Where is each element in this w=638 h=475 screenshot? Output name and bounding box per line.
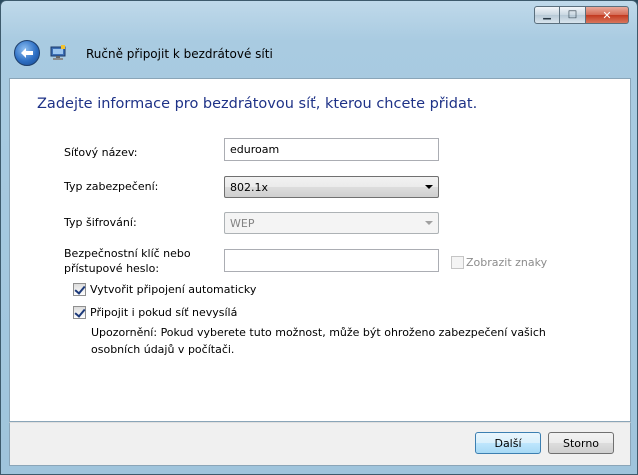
security-type-value: 802.1x [230, 181, 269, 194]
chevron-down-icon [425, 185, 433, 189]
window-title: Ručně připojit k bezdrátové síti [86, 47, 273, 61]
warning-text: Upozornění: Pokud vyberete tuto možnost,… [91, 326, 546, 356]
wireless-network-icon [50, 45, 66, 60]
security-type-select[interactable]: 802.1x [224, 176, 439, 198]
close-icon: ✕ [602, 8, 612, 22]
maximize-icon: □ [567, 9, 578, 20]
auto-connect-label: Vytvořit připojení automaticky [90, 283, 257, 296]
page-heading: Zadejte informace pro bezdrátovou síť, k… [37, 96, 478, 112]
connect-hidden-label: Připojit i pokud síť nevysílá [90, 306, 238, 319]
auto-connect-checkbox[interactable] [73, 283, 86, 296]
encryption-type-select[interactable]: WEP [224, 212, 439, 234]
show-chars-checkbox[interactable] [451, 256, 464, 269]
chevron-down-icon [425, 221, 433, 225]
network-name-input[interactable]: eduroam [224, 138, 439, 161]
encryption-type-value: WEP [230, 217, 255, 230]
security-key-input[interactable] [224, 249, 439, 272]
security-key-label-line1: Bezpečnostní klíč nebo [64, 247, 191, 260]
dialog-window: ▁ □ ✕ Ručně připojit k bezdrátové síti Z… [0, 0, 638, 475]
show-chars-label: Zobrazit znaky [466, 256, 548, 269]
close-button[interactable]: ✕ [586, 6, 629, 24]
connect-hidden-checkbox[interactable] [73, 306, 86, 319]
security-key-label-line2: přístupové heslo: [64, 262, 160, 275]
cancel-button[interactable]: Storno [548, 432, 614, 454]
back-arrow-icon [21, 48, 33, 58]
minimize-button[interactable]: ▁ [534, 6, 560, 24]
maximize-button[interactable]: □ [560, 6, 586, 24]
minimize-icon: ▁ [543, 9, 551, 20]
network-name-label: Síťový název: [64, 146, 138, 159]
security-type-label: Typ zabezpečení: [64, 180, 159, 193]
next-button[interactable]: Další [475, 432, 541, 454]
encryption-type-label: Typ šifrování: [64, 216, 137, 229]
back-button[interactable] [14, 40, 40, 66]
